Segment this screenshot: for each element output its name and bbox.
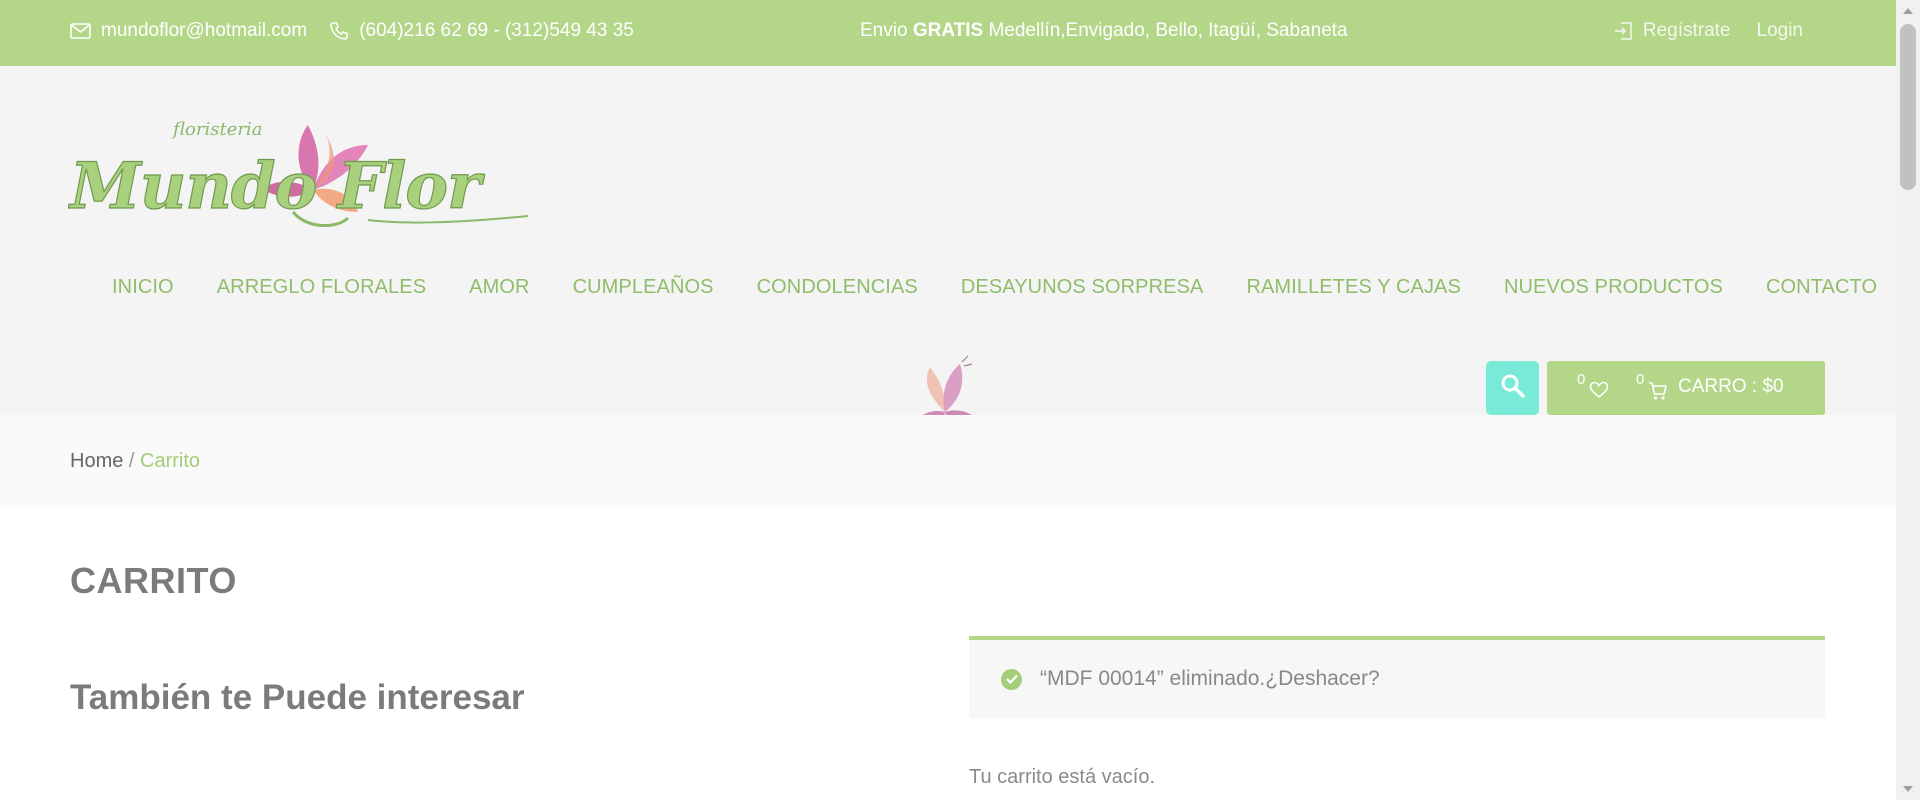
shipping-bold: GRATIS: [912, 20, 984, 41]
register-text: Regístrate: [1642, 20, 1731, 41]
logo-brand-text: Mundo Flor: [68, 149, 485, 224]
phone-link[interactable]: (604)216 62 69 - (312)549 43 35: [329, 20, 634, 42]
nav-amor[interactable]: AMOR: [469, 276, 529, 299]
shipping-banner: Envio GRATIS Medellín,Envigado, Bello, I…: [860, 20, 1348, 42]
breadcrumb-current: Carrito: [140, 450, 201, 472]
login-text: Login: [1756, 20, 1804, 41]
nav-nuevos-productos[interactable]: NUEVOS PRODUCTOS: [1504, 276, 1723, 299]
cart-bar: 0 0 CARRO : $0: [1547, 361, 1825, 415]
breadcrumb-separator: /: [123, 450, 141, 472]
scroll-down-arrow[interactable]: [1903, 786, 1913, 792]
shipping-prefix: Envio: [860, 20, 913, 41]
breadcrumb-home[interactable]: Home: [70, 450, 123, 472]
nav-arreglo-florales[interactable]: ARREGLO FLORALES: [217, 276, 426, 299]
nav-desayunos-sorpresa[interactable]: DESAYUNOS SORPRESA: [961, 276, 1204, 299]
wishlist-count: 0: [1577, 371, 1586, 388]
cart-icon: [1648, 381, 1668, 407]
nav-ramilletes-y-cajas[interactable]: RAMILLETES Y CAJAS: [1246, 276, 1460, 299]
scroll-thumb[interactable]: [1900, 24, 1916, 190]
search-button[interactable]: [1486, 361, 1539, 415]
notice-text: “MDF 00014” eliminado.: [1040, 667, 1266, 690]
heart-icon: [1589, 381, 1609, 405]
phone-icon: [329, 21, 349, 41]
site-logo[interactable]: floristeria Mundo Flor: [67, 100, 538, 235]
nav-cumpleanos[interactable]: CUMPLEAÑOS: [573, 276, 714, 299]
scrollbar[interactable]: [1896, 0, 1920, 800]
account-links: Regístrate Login: [1613, 20, 1803, 42]
search-icon: [1500, 373, 1526, 404]
email-text: mundoflor@hotmail.com: [101, 20, 308, 41]
breadcrumb-bar: Home / Carrito: [0, 415, 1896, 507]
nav-inicio[interactable]: INICIO: [112, 276, 174, 299]
empty-cart-message: Tu carrito está vacío.: [969, 766, 1155, 788]
cart-total-label[interactable]: CARRO : $0: [1678, 376, 1784, 398]
undo-link[interactable]: ¿Deshacer?: [1265, 667, 1379, 691]
envelope-icon: [70, 23, 91, 39]
nav-contacto[interactable]: CONTACTO: [1766, 276, 1877, 299]
scroll-up-arrow[interactable]: [1903, 8, 1913, 14]
related-products-title: También te Puede interesar: [70, 678, 525, 717]
phone-text: (604)216 62 69 - (312)549 43 35: [359, 20, 634, 41]
email-link[interactable]: mundoflor@hotmail.com: [70, 20, 307, 42]
check-circle-icon: [1001, 668, 1022, 690]
sign-in-icon: [1613, 20, 1633, 42]
cart-count: 0: [1636, 371, 1645, 388]
top-bar: mundoflor@hotmail.com (604)216 62 69 - (…: [0, 0, 1896, 66]
login-link[interactable]: Login: [1757, 20, 1804, 42]
register-link[interactable]: Regístrate: [1613, 20, 1731, 42]
nav-condolencias[interactable]: CONDOLENCIAS: [757, 276, 918, 299]
page-title: CARRITO: [70, 560, 237, 601]
contact-info: mundoflor@hotmail.com (604)216 62 69 - (…: [70, 20, 634, 42]
breadcrumb: Home / Carrito: [70, 450, 200, 473]
main-nav: INICIO ARREGLO FLORALES AMOR CUMPLEAÑOS …: [112, 276, 1877, 299]
shipping-suffix: Medellín,Envigado, Bello, Itagüí, Sabane…: [983, 20, 1348, 41]
cart-notice: “MDF 00014” eliminado. ¿Deshacer?: [969, 636, 1825, 718]
logo-top-text: floristeria: [171, 119, 262, 140]
